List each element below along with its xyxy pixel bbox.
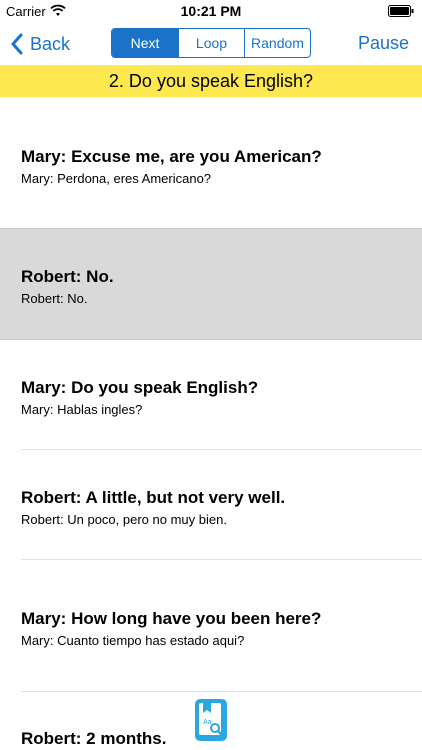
line-spanish: Robert: Un poco, pero no muy bien. [21, 512, 227, 527]
back-button[interactable]: Back [10, 32, 70, 56]
list-item[interactable]: Robert: A little, but not very well. Rob… [0, 450, 422, 560]
nav-bar: Back Next Loop Random Pause [0, 22, 422, 65]
line-english: Robert: No. [21, 267, 114, 286]
line-english: Robert: A little, but not very well. [21, 488, 286, 507]
mode-segmented-control: Next Loop Random [111, 28, 311, 58]
line-english: Mary: How long have you been here? [21, 609, 322, 628]
status-time: 10:21 PM [180, 3, 242, 19]
line-spanish: Mary: Cuanto tiempo has estado aqui? [21, 633, 245, 648]
chevron-left-icon [11, 33, 23, 55]
line-english: Mary: Do you speak English? [21, 378, 259, 397]
line-spanish: Mary: Hablas ingles? [21, 402, 143, 417]
lesson-title: 2. Do you speak English? [0, 65, 422, 97]
segment-random[interactable]: Random [244, 29, 310, 57]
segment-next[interactable]: Next [112, 29, 178, 57]
list-item[interactable]: Mary: How long have you been here? Mary:… [0, 560, 422, 692]
dictionary-search-icon[interactable]: Aa [194, 698, 228, 742]
status-bar: Carrier 10:21 PM [0, 0, 422, 22]
dialogue-list: Mary: Excuse me, are you American? Mary:… [0, 97, 422, 750]
segment-loop[interactable]: Loop [178, 29, 244, 57]
list-item[interactable]: Mary: Do you speak English? Mary: Hablas… [0, 340, 422, 450]
line-english: Mary: Excuse me, are you American? [21, 147, 322, 166]
battery-icon [388, 5, 414, 17]
list-item[interactable]: Robert: No. Robert: No. [0, 229, 422, 340]
svg-text:Aa: Aa [203, 719, 212, 726]
list-item[interactable]: Mary: Excuse me, are you American? Mary:… [0, 97, 422, 229]
pause-button[interactable]: Pause [358, 33, 409, 54]
back-label: Back [30, 33, 71, 54]
line-spanish: Mary: Perdona, eres Americano? [21, 171, 212, 186]
line-spanish: Robert: No. [21, 291, 88, 306]
